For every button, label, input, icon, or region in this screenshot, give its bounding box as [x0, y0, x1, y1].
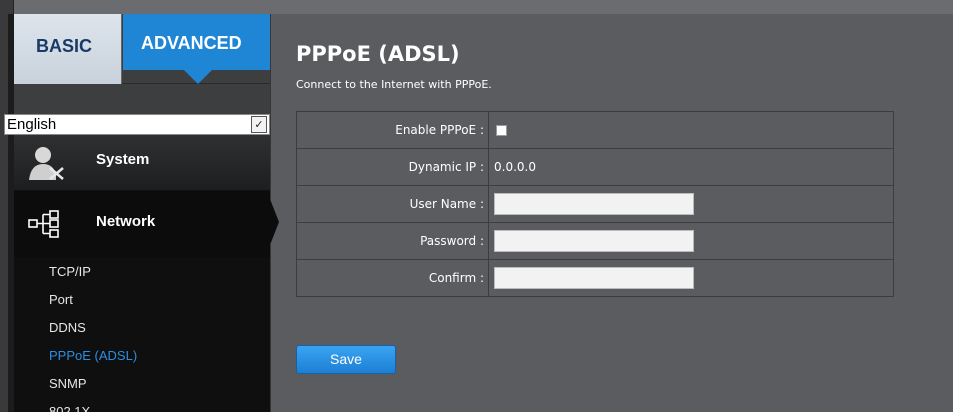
submenu-item-snmp[interactable]: SNMP — [49, 374, 270, 402]
user-tools-icon — [29, 147, 64, 180]
password-input[interactable] — [494, 230, 694, 252]
chevron-down-icon[interactable]: ✓ — [251, 116, 267, 133]
enable-pppoe-label: Enable PPPoE : — [296, 111, 489, 149]
sidebar-edge — [270, 14, 280, 412]
sidebar-spacer — [14, 84, 270, 114]
submenu-item-ddns[interactable]: DDNS — [49, 318, 270, 346]
submenu-item-8021x[interactable]: 802.1X — [49, 402, 270, 412]
sidebar-item-network-label: Network — [96, 213, 156, 230]
form-row-dynamic-ip: Dynamic IP : 0.0.0.0 — [296, 148, 894, 186]
mode-tabs: BASIC ADVANCED — [14, 14, 270, 84]
language-selected-value: English — [7, 116, 57, 133]
password-label: Password : — [296, 222, 489, 260]
submenu-item-tcpip[interactable]: TCP/IP — [49, 262, 270, 290]
form-row-enable: Enable PPPoE : — [296, 111, 894, 149]
enable-pppoe-checkbox[interactable] — [496, 125, 507, 136]
confirm-label: Confirm : — [296, 259, 489, 297]
username-input[interactable] — [494, 193, 694, 215]
tab-active-indicator — [184, 70, 212, 84]
tab-basic[interactable]: BASIC — [14, 14, 122, 84]
network-tree-icon — [28, 210, 59, 238]
enable-pppoe-cell — [488, 111, 894, 149]
network-submenu: TCP/IP Port DDNS PPPoE (ADSL) SNMP 802.1… — [14, 257, 270, 412]
username-cell — [488, 185, 894, 223]
password-cell — [488, 222, 894, 260]
confirm-password-input[interactable] — [494, 267, 694, 289]
form-row-password: Password : — [296, 222, 894, 260]
dynamic-ip-value: 0.0.0.0 — [488, 148, 894, 186]
tab-advanced-label: ADVANCED — [141, 33, 242, 53]
confirm-cell — [488, 259, 894, 297]
form-row-username: User Name : — [296, 185, 894, 223]
submenu-item-port[interactable]: Port — [49, 290, 270, 318]
page-subtitle: Connect to the Internet with PPPoE. — [296, 78, 492, 91]
main-panel: PPPoE (ADSL) Connect to the Internet wit… — [280, 14, 953, 412]
tab-basic-label: BASIC — [36, 36, 93, 56]
pppoe-form: Enable PPPoE : Dynamic IP : 0.0.0.0 User… — [296, 111, 894, 297]
sidebar: BASIC ADVANCED English ✓ System Network … — [4, 14, 270, 412]
sidebar-item-system[interactable]: System — [14, 135, 270, 191]
language-select[interactable]: English ✓ — [4, 114, 270, 135]
form-row-confirm: Confirm : — [296, 259, 894, 297]
window-top-border — [0, 0, 953, 14]
save-button[interactable]: Save — [296, 345, 396, 374]
username-label: User Name : — [296, 185, 489, 223]
submenu-item-pppoe[interactable]: PPPoE (ADSL) — [49, 346, 270, 374]
dynamic-ip-label: Dynamic IP : — [296, 148, 489, 186]
tab-advanced[interactable]: ADVANCED — [123, 14, 270, 70]
sidebar-item-system-label: System — [96, 151, 150, 168]
page-title: PPPoE (ADSL) — [296, 42, 460, 66]
sidebar-item-network[interactable]: Network — [14, 191, 270, 257]
